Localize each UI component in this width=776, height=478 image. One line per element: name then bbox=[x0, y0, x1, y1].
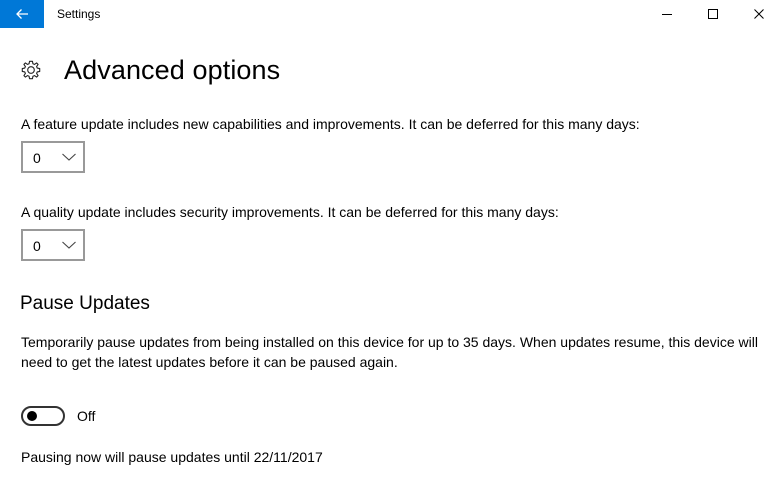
quality-update-deferral-dropdown[interactable]: 0 bbox=[21, 229, 85, 261]
feature-update-deferral-value: 0 bbox=[33, 150, 41, 166]
quality-update-deferral-value: 0 bbox=[33, 238, 41, 254]
chevron-down-icon bbox=[62, 241, 76, 249]
pause-updates-toggle-state: Off bbox=[77, 408, 96, 424]
back-button[interactable] bbox=[0, 0, 44, 28]
quality-update-label: A quality update includes security impro… bbox=[21, 204, 559, 220]
minimize-button[interactable] bbox=[644, 0, 690, 28]
settings-window: Settings Advanced options A feature upda… bbox=[0, 0, 776, 478]
pause-updates-heading: Pause Updates bbox=[20, 293, 150, 314]
title-bar: Settings bbox=[0, 0, 776, 28]
close-button[interactable] bbox=[736, 0, 776, 28]
page-title: Advanced options bbox=[64, 55, 281, 85]
feature-update-label: A feature update includes new capabiliti… bbox=[21, 116, 640, 132]
maximize-icon bbox=[708, 9, 718, 19]
app-title: Settings bbox=[57, 7, 101, 21]
pause-until-note: Pausing now will pause updates until 22/… bbox=[21, 449, 323, 465]
toggle-knob bbox=[27, 411, 37, 421]
gear-icon bbox=[21, 60, 41, 80]
close-icon bbox=[754, 9, 764, 19]
pause-updates-toggle[interactable] bbox=[21, 406, 65, 426]
minimize-icon bbox=[662, 14, 672, 15]
feature-update-deferral-dropdown[interactable]: 0 bbox=[21, 141, 85, 173]
maximize-button[interactable] bbox=[690, 0, 736, 28]
chevron-down-icon bbox=[62, 153, 76, 161]
page-header: Advanced options bbox=[20, 52, 280, 88]
pause-updates-description: Temporarily pause updates from being ins… bbox=[21, 334, 758, 370]
back-arrow-icon bbox=[16, 9, 28, 19]
